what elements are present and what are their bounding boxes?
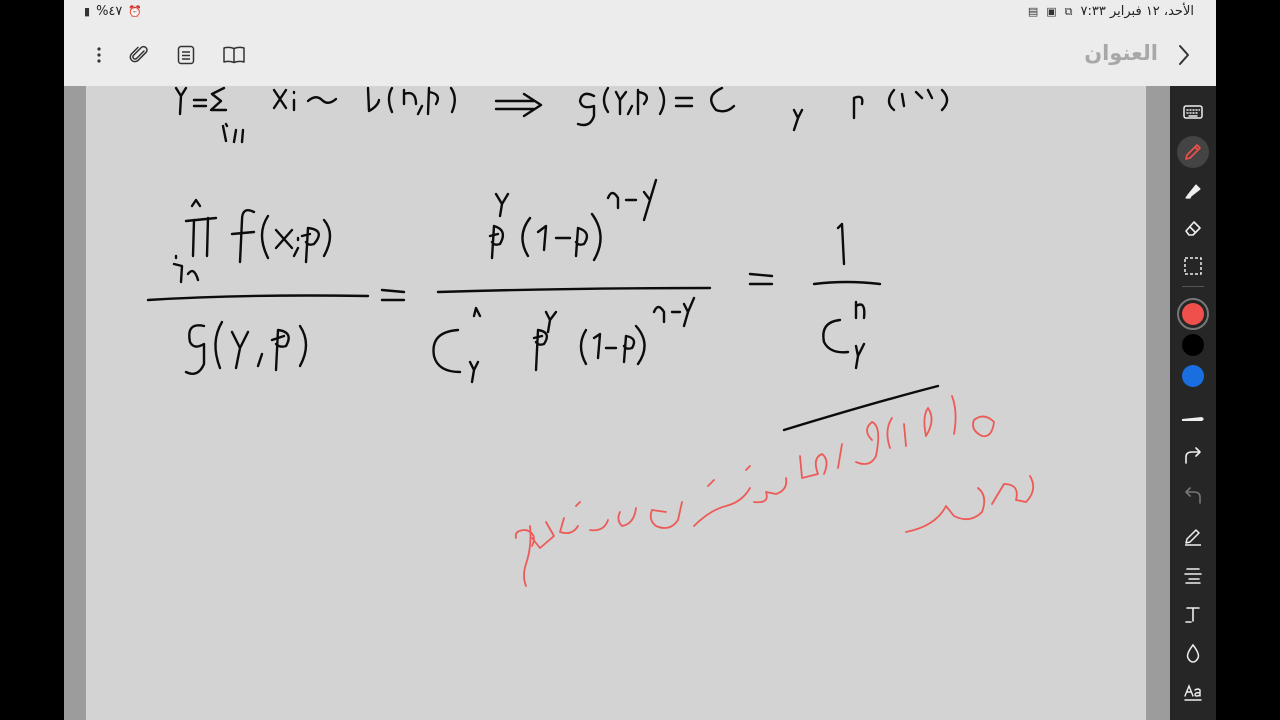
alarm-icon: ⏰ [128,5,143,18]
tablet-screen: الأحد، ١٢ فبراير ٧:٣٣ ⧉ ▣ ▤ ▮ %٤٧ ⏰ العن… [64,0,1216,720]
chevron-right-icon [1179,45,1189,65]
fraction-bar-3 [812,280,882,286]
screenshot-icon: ▣ [1046,5,1057,18]
battery-icon: ▮ [84,5,91,18]
status-datetime: الأحد، ١٢ فبراير ٧:٣٣ [1080,4,1195,19]
pages-button[interactable] [171,40,201,70]
text-align-tool[interactable] [1179,561,1207,589]
color-red[interactable] [1177,298,1209,330]
pen-icon [1185,144,1201,160]
note-toolbar: العنوان [64,26,1216,87]
undo-button[interactable] [1179,482,1207,510]
drop-shape-icon [1186,643,1200,663]
ink-line-2-denominator-left [184,320,308,375]
dashed-select-icon [1184,257,1202,275]
color-swatch-black [1182,334,1204,356]
tool-divider [1182,286,1204,287]
ink-line-2-result [812,222,882,370]
fraction-bar-1 [146,294,370,302]
paperclip-icon [129,45,148,63]
battery-percent: %٤٧ [96,4,123,19]
screen-record-icon: ⧉ [1064,4,1073,18]
fraction-bar-2 [436,286,712,294]
back-button[interactable] [1174,41,1194,73]
shape-tool[interactable] [1179,639,1207,667]
text-T-icon [1185,607,1200,623]
result-underline [782,384,940,432]
red-arabic-annotation [514,395,1035,587]
note-title[interactable]: العنوان [1084,41,1158,65]
redo-icon [1185,447,1201,464]
equals-sign-1 [380,288,406,302]
ink-layer [146,86,1035,587]
keyboard-tool[interactable] [1179,98,1207,126]
line-thickness-icon [1182,417,1204,421]
page-margin-left [64,86,86,720]
book-icon [223,46,245,64]
lasso-select-tool[interactable] [1179,252,1207,280]
eraser-tool[interactable] [1179,214,1207,242]
status-bar: الأحد، ١٢ فبراير ٧:٣٣ ⧉ ▣ ▤ ▮ %٤٧ ⏰ [64,0,1216,26]
highlighter-tool[interactable] [1179,176,1207,204]
undo-icon [1185,487,1201,504]
ink-line-2-numerator-left [172,198,332,284]
more-options-button[interactable] [84,40,114,70]
attach-button[interactable] [124,40,154,70]
color-blue[interactable] [1179,362,1207,390]
equals-sign-2 [748,272,774,286]
highlighter-icon [1185,184,1201,199]
pen-edit-tool[interactable] [1179,522,1207,550]
redo-button[interactable] [1179,442,1207,470]
pen-edit-icon [1185,529,1201,546]
ink-line-2-denominator-middle [432,296,696,384]
reader-mode-button[interactable] [219,40,249,70]
pen-tool[interactable] [1177,136,1209,168]
color-black[interactable] [1179,331,1207,359]
text-lines-icon [1184,568,1202,584]
ink-line-1 [174,86,949,144]
page-margin-right [1146,86,1170,720]
color-swatch-red [1182,303,1204,325]
more-vertical-icon [97,47,101,63]
text-format-icon [1184,684,1202,701]
stroke-width-tool[interactable] [1179,404,1207,432]
text-format-tool[interactable] [1179,678,1207,706]
keyboard-icon [1183,105,1203,119]
eraser-icon [1185,221,1201,236]
handwriting-canvas[interactable] [86,86,1146,720]
ink-line-2-numerator-middle [488,178,658,262]
text-tool[interactable] [1179,600,1207,628]
document-icon [177,45,195,65]
color-swatch-blue [1182,365,1204,387]
translate-icon: ▤ [1027,5,1039,18]
pen-tools-panel [1170,86,1216,720]
